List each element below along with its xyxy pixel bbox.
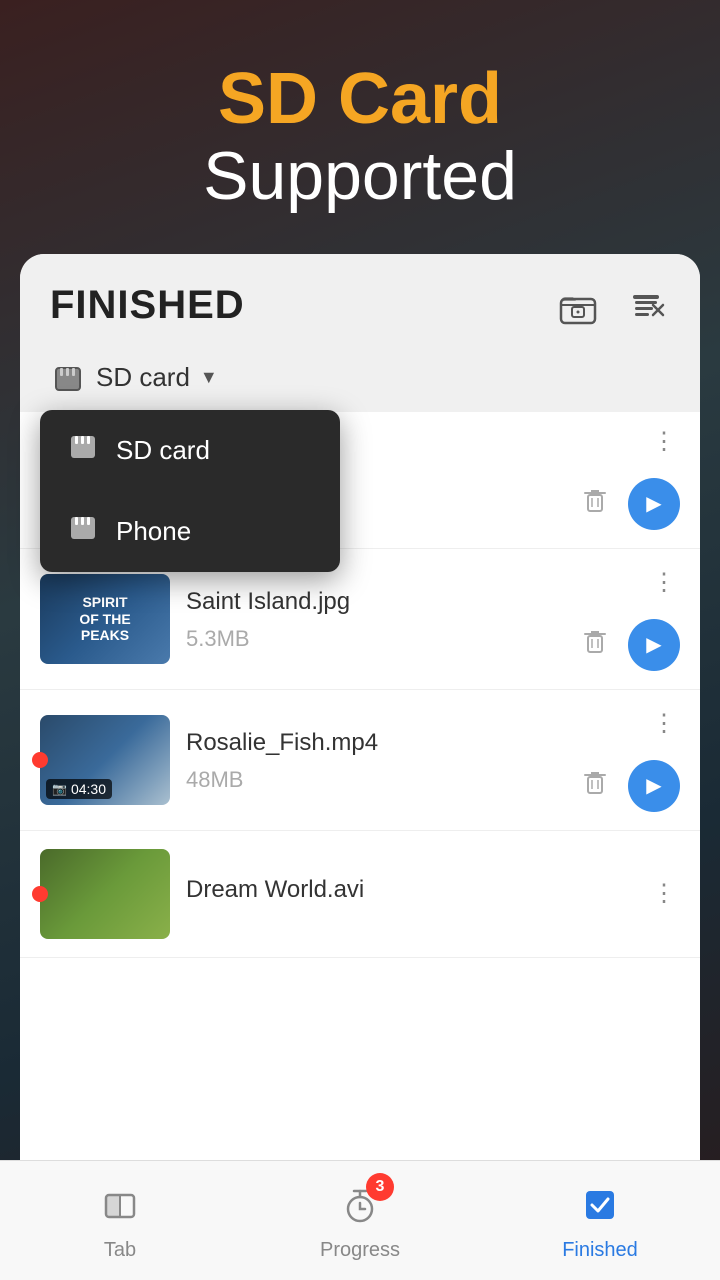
file-thumbnail-2: 📷 04:30	[40, 715, 170, 805]
tab-label: Tab	[104, 1239, 136, 1262]
dropdown-sdcard-label: SD card	[116, 435, 210, 466]
file-info-1: Saint Island.jpg 5.3MB	[170, 586, 580, 651]
storage-dropdown: SD card Phone	[40, 410, 340, 572]
sd-card-icon	[50, 360, 86, 396]
card-header: FINISHED	[20, 254, 700, 350]
delete-list-icon[interactable]	[622, 282, 670, 330]
header-title-orange: SD Card	[203, 60, 517, 139]
bottom-nav: Tab 3 Progress Finished	[0, 1160, 720, 1280]
dropdown-item-phone[interactable]: Phone	[40, 491, 340, 572]
file-info-3: Dream World.avi	[170, 874, 648, 913]
action-row-0: ▶	[580, 478, 680, 530]
file-actions-3: ⋮	[648, 878, 680, 910]
file-thumbnail-1: SPIRITOF THEPEAKS	[40, 574, 170, 664]
dropdown-item-sdcard[interactable]: SD card	[40, 410, 340, 491]
action-row-1: ▶	[580, 619, 680, 671]
file-actions-2: ⋮ ▶	[580, 708, 680, 812]
folder-lock-icon[interactable]	[554, 282, 602, 330]
main-card: FINISHED	[20, 254, 700, 1280]
more-button-2[interactable]: ⋮	[648, 708, 680, 740]
thumb-text-1: SPIRITOF THEPEAKS	[73, 588, 136, 650]
card-header-icons	[554, 282, 670, 330]
play-button-0[interactable]: ▶	[628, 478, 680, 530]
duration-badge-2: 📷 04:30	[46, 779, 112, 799]
file-info-2: Rosalie_Fish.mp4 48MB	[170, 727, 580, 792]
header-title-white: Supported	[203, 139, 517, 214]
delete-button-2[interactable]	[580, 767, 610, 804]
finished-icon	[574, 1179, 626, 1231]
delete-button-0[interactable]	[580, 485, 610, 522]
filter-bar: SD card ▼ SD card	[20, 350, 700, 412]
more-button-3[interactable]: ⋮	[648, 878, 680, 910]
file-name-1: Saint Island.jpg	[186, 586, 564, 617]
dropdown-phone-label: Phone	[116, 516, 191, 547]
file-item-3: Dream World.avi ⋮	[20, 831, 700, 958]
delete-button-1[interactable]	[580, 626, 610, 663]
file-size-1: 5.3MB	[186, 626, 564, 652]
dropdown-sdcard-icon	[68, 432, 98, 469]
file-name-3: Dream World.avi	[186, 874, 632, 905]
play-button-2[interactable]: ▶	[628, 760, 680, 812]
file-actions-0: ⋮ ▶	[580, 426, 680, 530]
progress-icon: 3	[334, 1179, 386, 1231]
file-name-2: Rosalie_Fish.mp4	[186, 727, 564, 758]
storage-filter-button[interactable]: SD card ▼	[50, 360, 218, 396]
progress-badge: 3	[366, 1173, 394, 1201]
nav-item-finished[interactable]: Finished	[480, 1179, 720, 1262]
nav-item-tab[interactable]: Tab	[0, 1179, 240, 1262]
finished-label: Finished	[562, 1239, 638, 1262]
play-button-1[interactable]: ▶	[628, 619, 680, 671]
file-size-2: 48MB	[186, 767, 564, 793]
status-dot-3	[32, 886, 48, 902]
file-item-2: 📷 04:30 Rosalie_Fish.mp4 48MB ⋮	[20, 690, 700, 831]
dropdown-phone-icon	[68, 513, 98, 550]
nav-item-progress[interactable]: 3 Progress	[240, 1179, 480, 1262]
video-icon: 📷	[52, 782, 67, 796]
file-thumbnail-3	[40, 849, 170, 939]
more-button-1[interactable]: ⋮	[648, 567, 680, 599]
duration-text-2: 04:30	[71, 781, 106, 797]
card-title: FINISHED	[50, 283, 245, 328]
status-dot-2	[32, 752, 48, 768]
action-row-2: ▶	[580, 760, 680, 812]
tab-icon	[94, 1179, 146, 1231]
progress-label: Progress	[320, 1239, 400, 1262]
file-actions-1: ⋮ ▶	[580, 567, 680, 671]
filter-label: SD card	[96, 362, 190, 393]
more-button-0[interactable]: ⋮	[648, 426, 680, 458]
chevron-down-icon: ▼	[200, 367, 218, 388]
header-section: SD Card Supported	[163, 0, 557, 254]
